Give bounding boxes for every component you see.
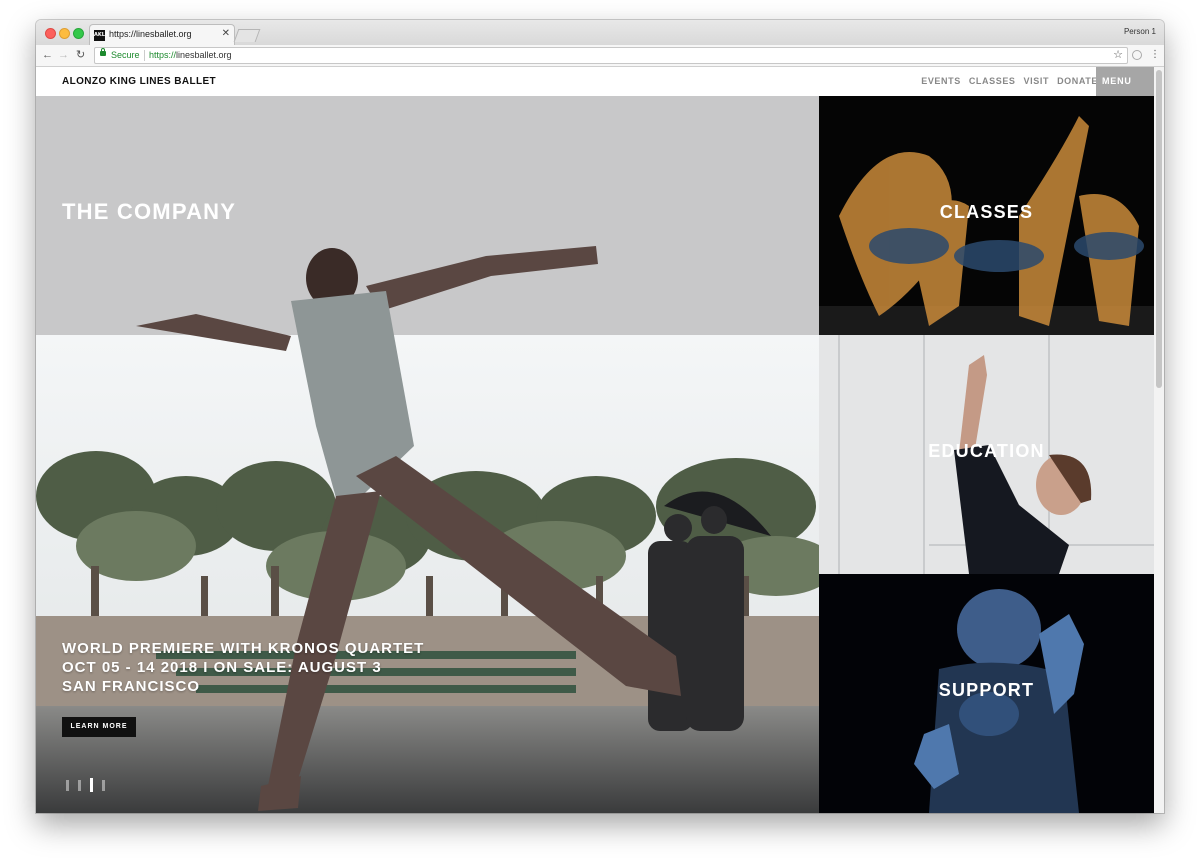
close-tab-icon[interactable]: ✕ <box>222 28 230 39</box>
page-scrollbar[interactable] <box>1154 67 1164 813</box>
address-bar[interactable]: Secure https://linesballet.org ☆ <box>94 47 1128 64</box>
promo-line: WORLD PREMIERE WITH KRONOS QUARTET <box>62 640 425 657</box>
tab-strip: AKLB https://linesballet.org ✕ Person 1 <box>36 20 1164 46</box>
nav-classes[interactable]: CLASSES <box>969 76 1016 86</box>
promo-line: SAN FRANCISCO <box>62 678 201 695</box>
new-tab-button[interactable] <box>233 29 261 42</box>
bookmark-star-icon[interactable]: ☆ <box>1113 48 1123 61</box>
classes-tile[interactable]: CLASSES <box>819 96 1154 335</box>
slide-dot-active[interactable] <box>90 778 93 792</box>
top-navigation: EVENTS CLASSES VISIT DONATE <box>921 76 1098 86</box>
browser-menu-icon[interactable]: ⋮ <box>1150 48 1160 62</box>
support-label[interactable]: SUPPORT <box>819 680 1154 701</box>
secure-label: Secure <box>111 50 140 60</box>
slide-indicators <box>66 778 105 792</box>
maximize-window-button[interactable] <box>73 28 84 39</box>
browser-toolbar: ← → ↻ Secure https://linesballet.org ☆ ⋮ <box>36 45 1164 67</box>
url-scheme: https:// <box>149 50 177 60</box>
nav-donate[interactable]: DONATE <box>1057 76 1098 86</box>
tab-title: https://linesballet.org <box>109 29 192 39</box>
scrollbar-thumb[interactable] <box>1156 70 1162 388</box>
browser-window: AKLB https://linesballet.org ✕ Person 1 … <box>36 20 1164 813</box>
minimize-window-button[interactable] <box>59 28 70 39</box>
learn-more-button[interactable]: LEARN MORE <box>62 717 136 737</box>
education-label[interactable]: EDUCATION <box>819 441 1154 462</box>
slide-dot[interactable] <box>78 780 81 791</box>
browser-tab[interactable]: AKLB https://linesballet.org ✕ <box>89 24 235 46</box>
back-arrow-icon[interactable]: ← <box>42 48 53 62</box>
address-divider <box>144 50 145 61</box>
nav-visit[interactable]: VISIT <box>1024 76 1050 86</box>
menu-button[interactable]: MENU <box>1096 67 1154 96</box>
promo-line: OCT 05 - 14 2018 I ON SALE: AUGUST 3 <box>62 659 382 676</box>
reload-icon[interactable]: ↻ <box>76 48 85 62</box>
extension-icon[interactable] <box>1132 50 1142 60</box>
lock-icon <box>100 48 106 56</box>
hero-slideshow[interactable]: THE COMPANY WORLD PREMIERE WITH KRONOS Q… <box>36 96 819 813</box>
slide-dot[interactable] <box>102 780 105 791</box>
url-text: https://linesballet.org <box>149 50 232 60</box>
education-tile[interactable]: EDUCATION <box>819 335 1154 574</box>
promo-text: WORLD PREMIERE WITH KRONOS QUARTET OCT 0… <box>62 639 424 696</box>
slide-dot[interactable] <box>66 780 69 791</box>
profile-button[interactable]: Person 1 <box>1124 27 1156 36</box>
site-favicon-icon: AKLB <box>94 30 109 41</box>
nav-events[interactable]: EVENTS <box>921 76 961 86</box>
close-window-button[interactable] <box>45 28 56 39</box>
support-tile[interactable]: SUPPORT <box>819 574 1154 813</box>
site-logo[interactable]: ALONZO KING LINES BALLET <box>62 76 216 87</box>
hero-title[interactable]: THE COMPANY <box>62 199 236 225</box>
url-host: linesballet.org <box>176 50 232 60</box>
classes-label[interactable]: CLASSES <box>819 202 1154 223</box>
site-header: ALONZO KING LINES BALLET EVENTS CLASSES … <box>36 67 1164 96</box>
forward-arrow-icon[interactable]: → <box>58 48 69 62</box>
